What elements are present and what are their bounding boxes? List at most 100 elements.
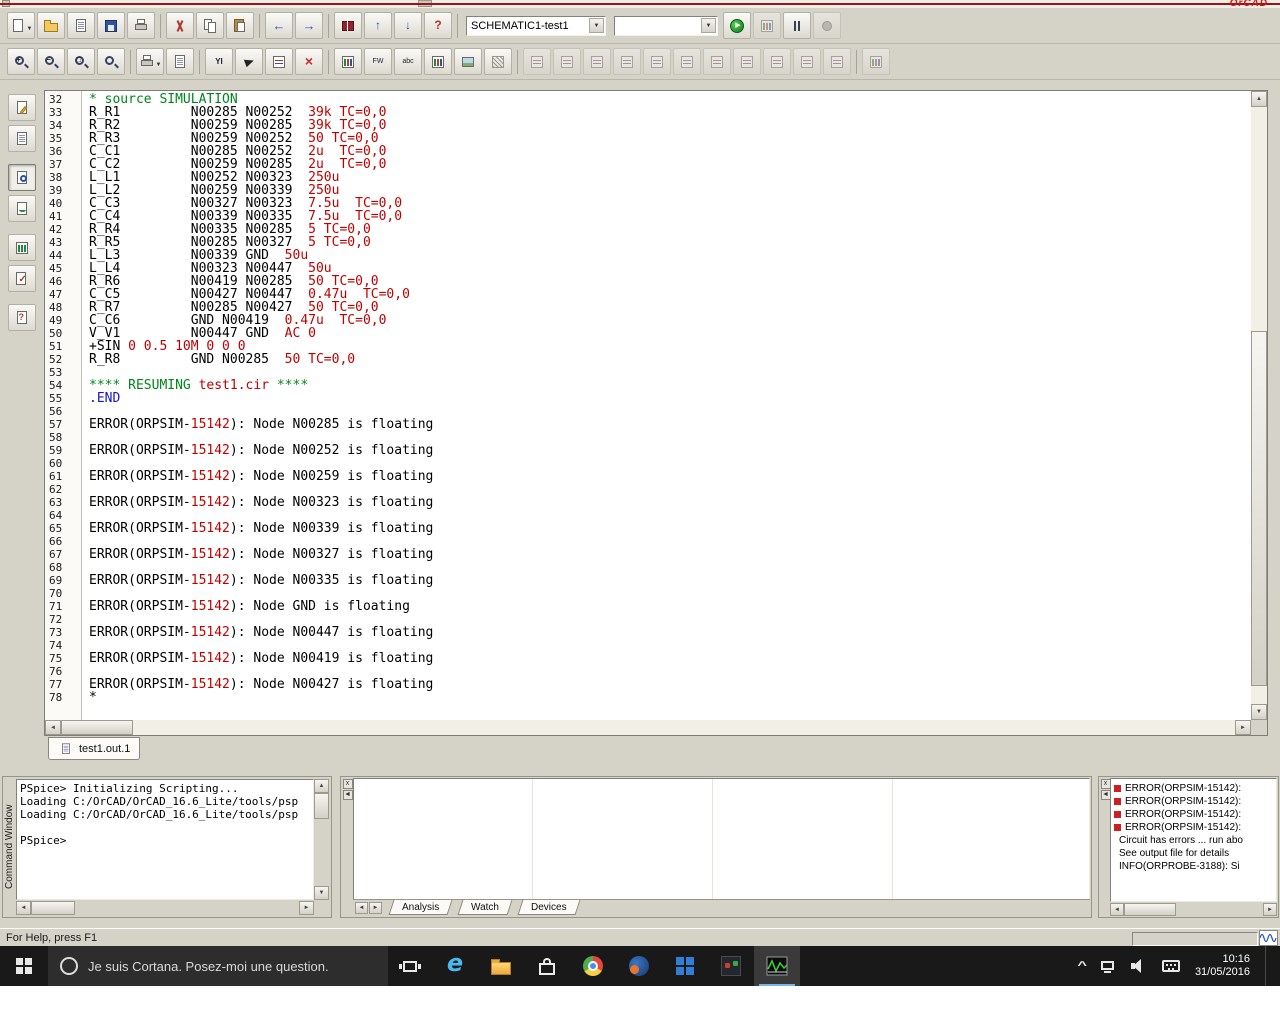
cursor-search-button[interactable]: [703, 48, 731, 75]
performance-analysis-button[interactable]: [484, 48, 512, 75]
scroll-up-arrow-icon[interactable]: [314, 779, 329, 793]
scroll-left-arrow-icon[interactable]: [45, 720, 61, 735]
taskbar-icon-pspice[interactable]: [754, 946, 800, 986]
editor-text-area[interactable]: 32 * source SIMULATION 33 R_R1 N00285 N0025…: [45, 93, 1250, 719]
cut-button[interactable]: [166, 12, 194, 39]
tab-analysis[interactable]: Analysis: [388, 900, 453, 915]
move-down-button[interactable]: [394, 12, 422, 39]
show-desktop-button[interactable]: [1265, 946, 1270, 986]
taskbar-icon-browser[interactable]: [616, 946, 662, 986]
message-item[interactable]: Circuit has errors ... run abo: [1111, 834, 1276, 847]
start-button[interactable]: [0, 946, 48, 986]
command-window-vscroll-thumb[interactable]: [314, 793, 329, 819]
eval-goal-function-button[interactable]: [793, 48, 821, 75]
cursor-trough-button[interactable]: [553, 48, 581, 75]
pause-button[interactable]: [783, 12, 811, 39]
close-icon[interactable]: x: [1100, 779, 1111, 789]
message-item[interactable]: ERROR(ORPSIM-15142):: [1111, 821, 1276, 834]
editor-hscroll-thumb[interactable]: [61, 720, 133, 735]
save-button[interactable]: [97, 12, 125, 39]
scroll-left-arrow-icon[interactable]: [16, 901, 31, 915]
fourier-button[interactable]: [364, 48, 392, 75]
scroll-right-arrow-icon[interactable]: [1235, 720, 1251, 735]
taskbar-icon-edge[interactable]: [432, 946, 478, 986]
volume-icon[interactable]: [1130, 959, 1147, 973]
delete-plot-button[interactable]: [295, 48, 323, 75]
view-simulation-results-button[interactable]: [7, 195, 36, 222]
editor-horizontal-scrollbar[interactable]: [45, 720, 1251, 735]
cursor-point-button[interactable]: [673, 48, 701, 75]
command-window-output[interactable]: PSpice> Initializing Scripting... Loading…: [16, 779, 314, 900]
zoom-out-button[interactable]: −: [37, 48, 65, 75]
view-simulation-queue-button[interactable]: [7, 234, 36, 261]
scroll-left-arrow-icon[interactable]: [1110, 903, 1124, 916]
tab-devices[interactable]: Devices: [517, 900, 581, 915]
view-log-button[interactable]: [166, 48, 194, 75]
cursor-peak-button[interactable]: [523, 48, 551, 75]
touch-keyboard-icon[interactable]: [1161, 960, 1180, 972]
view-netlist-button[interactable]: [7, 125, 36, 152]
editor-vscroll-thumb[interactable]: [1251, 331, 1267, 686]
taskbar-icon-store[interactable]: [524, 946, 570, 986]
cursor-min-button[interactable]: [613, 48, 641, 75]
append-file-button[interactable]: [67, 12, 95, 39]
cursor-slope-button[interactable]: [583, 48, 611, 75]
view-output-file-button[interactable]: [7, 164, 36, 191]
taskbar-icon-chrome[interactable]: [570, 946, 616, 986]
task-view-button[interactable]: [388, 946, 432, 986]
add-y-axis-button[interactable]: [205, 48, 233, 75]
stop-button[interactable]: [813, 12, 841, 39]
zoom-fit-button[interactable]: [97, 48, 125, 75]
message-item[interactable]: ERROR(ORPSIM-15142):: [1111, 782, 1276, 795]
message-item[interactable]: See output file for details: [1111, 847, 1276, 860]
view-measurement-button[interactable]: [862, 48, 890, 75]
zoom-area-button[interactable]: □: [67, 48, 95, 75]
network-icon[interactable]: [1100, 959, 1116, 973]
scroll-right-arrow-icon[interactable]: [299, 901, 314, 915]
cursor-max-button[interactable]: [643, 48, 671, 75]
move-up-button[interactable]: [364, 12, 392, 39]
copy-plot-button[interactable]: [136, 48, 164, 75]
view-output-window-button[interactable]: [7, 265, 36, 292]
view-results-button[interactable]: [753, 12, 781, 39]
output-file-editor[interactable]: 32 * source SIMULATION 33 R_R1 N00285 N0025…: [44, 90, 1268, 736]
view-command-window-button[interactable]: [7, 304, 36, 331]
command-window-hscroll-thumb[interactable]: [31, 901, 75, 915]
scroll-up-arrow-icon[interactable]: [1251, 91, 1267, 107]
add-trace-button[interactable]: [334, 48, 362, 75]
combo-dropdown-icon[interactable]: [701, 18, 716, 33]
message-item[interactable]: ERROR(ORPSIM-15142):: [1111, 808, 1276, 821]
message-panel-hscroll-thumb[interactable]: [1124, 903, 1176, 916]
taskbar-icon-app-grid[interactable]: [662, 946, 708, 986]
scroll-down-arrow-icon[interactable]: [1251, 704, 1267, 720]
editor-vertical-scrollbar[interactable]: [1251, 91, 1267, 720]
log-x-axis-button[interactable]: [424, 48, 452, 75]
simulation-queue-button[interactable]: [334, 12, 362, 39]
toggle-cursor-button[interactable]: [235, 48, 263, 75]
tab-scroll-left-icon[interactable]: [355, 902, 368, 914]
collapse-left-icon[interactable]: ◄: [1100, 790, 1111, 800]
cursor-next-transition-button[interactable]: [733, 48, 761, 75]
message-item[interactable]: INFO(ORPROBE-3188): Si: [1111, 860, 1276, 873]
close-icon[interactable]: x: [342, 779, 353, 789]
run-button[interactable]: [723, 12, 751, 39]
cortana-search-box[interactable]: Je suis Cortana. Posez-moi une question.: [48, 946, 388, 986]
combo-dropdown-icon[interactable]: [589, 18, 604, 33]
taskbar-icon-file-explorer[interactable]: [478, 946, 524, 986]
view-circuit-file-button[interactable]: [7, 94, 36, 121]
open-file-button[interactable]: [37, 12, 65, 39]
undo-button[interactable]: [265, 12, 293, 39]
scroll-down-arrow-icon[interactable]: [314, 886, 329, 900]
message-item[interactable]: ERROR(ORPSIM-15142):: [1111, 795, 1276, 808]
mark-label-button[interactable]: [823, 48, 851, 75]
new-file-button[interactable]: [7, 12, 35, 39]
scroll-right-arrow-icon[interactable]: [1263, 903, 1277, 916]
paste-button[interactable]: [226, 12, 254, 39]
message-list[interactable]: ERROR(ORPSIM-15142): ERROR(ORPSIM-15142):…: [1110, 778, 1277, 902]
text-label-button[interactable]: [394, 48, 422, 75]
collapse-left-icon[interactable]: ◄: [342, 790, 353, 800]
editor-hscroll-track[interactable]: [61, 720, 1235, 735]
tab-watch[interactable]: Watch: [457, 900, 513, 915]
taskbar-icon-orcad-capture[interactable]: [708, 946, 754, 986]
insert-picture-button[interactable]: [454, 48, 482, 75]
